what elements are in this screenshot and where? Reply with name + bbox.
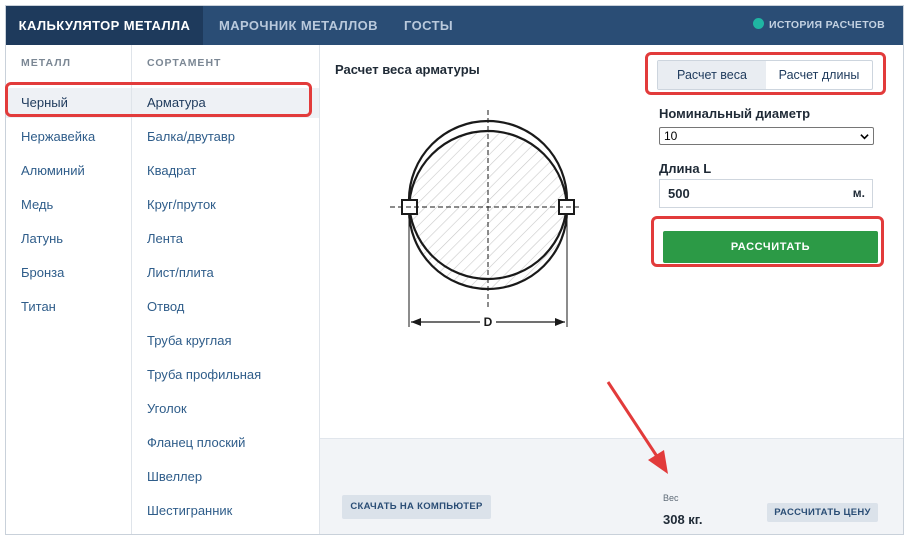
tab-metal-calculator[interactable]: Калькулятор металла bbox=[6, 6, 203, 45]
diameter-field-label: Номинальный диаметр bbox=[659, 106, 811, 121]
tab-metal-grades[interactable]: Марочник металлов bbox=[219, 6, 378, 45]
chevron-down-icon bbox=[860, 134, 869, 140]
length-field-label: Длина L bbox=[659, 161, 712, 176]
sortament-item-hexagon[interactable]: Шестигранник bbox=[132, 496, 319, 526]
sortament-item-profile-pipe[interactable]: Труба профильная bbox=[132, 360, 319, 390]
page-title: Расчет веса арматуры bbox=[335, 62, 480, 77]
highlight-calculate-button bbox=[651, 216, 884, 267]
tab-gosts[interactable]: ГОСТы bbox=[404, 6, 453, 45]
metal-column-header: МЕТАЛЛ bbox=[21, 57, 71, 69]
sortament-item-flange[interactable]: Фланец плоский bbox=[132, 428, 319, 458]
highlight-metal-selection bbox=[5, 82, 312, 117]
sortament-column-header: СОРТАМЕНТ bbox=[147, 57, 222, 69]
length-unit: м. bbox=[852, 186, 865, 200]
metal-item-titanium[interactable]: Титан bbox=[6, 292, 131, 322]
sortament-item-round-bar[interactable]: Круг/пруток bbox=[132, 190, 319, 220]
diameter-label: D bbox=[484, 315, 493, 329]
diameter-select-value: 10 bbox=[664, 129, 678, 143]
sortament-item-sheet[interactable]: Лист/плита bbox=[132, 258, 319, 288]
sortament-item-channel[interactable]: Швеллер bbox=[132, 462, 319, 492]
top-navigation: Калькулятор металла Марочник металлов ГО… bbox=[6, 6, 903, 45]
sortament-item-square[interactable]: Квадрат bbox=[132, 156, 319, 186]
sortament-item-bend[interactable]: Отвод bbox=[132, 292, 319, 322]
history-link[interactable]: История расчетов bbox=[752, 6, 885, 45]
calculate-price-button[interactable]: Рассчитать цену bbox=[767, 503, 878, 522]
length-input[interactable]: 500 м. bbox=[659, 179, 873, 208]
annotation-arrow-icon bbox=[606, 381, 668, 474]
rebar-cross-section-drawing: D bbox=[390, 110, 580, 329]
highlight-mode-toggle bbox=[645, 52, 886, 95]
sortament-item-strip[interactable]: Лента bbox=[132, 224, 319, 254]
sortament-item-angle[interactable]: Уголок bbox=[132, 394, 319, 424]
metal-column: МЕТАЛЛ Черный Нержавейка Алюминий Медь Л… bbox=[6, 45, 132, 534]
metal-item-bronze[interactable]: Бронза bbox=[6, 258, 131, 288]
length-input-value: 500 bbox=[668, 186, 690, 201]
metal-item-brass[interactable]: Латунь bbox=[6, 224, 131, 254]
diameter-select[interactable]: 10 bbox=[659, 127, 874, 145]
sortament-column: СОРТАМЕНТ Арматура Балка/двутавр Квадрат… bbox=[132, 45, 320, 534]
weight-label: Вес bbox=[663, 493, 679, 503]
history-dot-icon bbox=[752, 18, 764, 29]
metal-item-stainless[interactable]: Нержавейка bbox=[6, 122, 131, 152]
metal-item-aluminium[interactable]: Алюминий bbox=[6, 156, 131, 186]
sortament-item-beam[interactable]: Балка/двутавр bbox=[132, 122, 319, 152]
weight-value: 308 кг. bbox=[663, 512, 703, 527]
download-button[interactable]: Скачать на компьютер bbox=[342, 495, 491, 519]
sortament-item-round-pipe[interactable]: Труба круглая bbox=[132, 326, 319, 356]
history-label: История расчетов bbox=[768, 19, 885, 31]
metal-item-copper[interactable]: Медь bbox=[6, 190, 131, 220]
